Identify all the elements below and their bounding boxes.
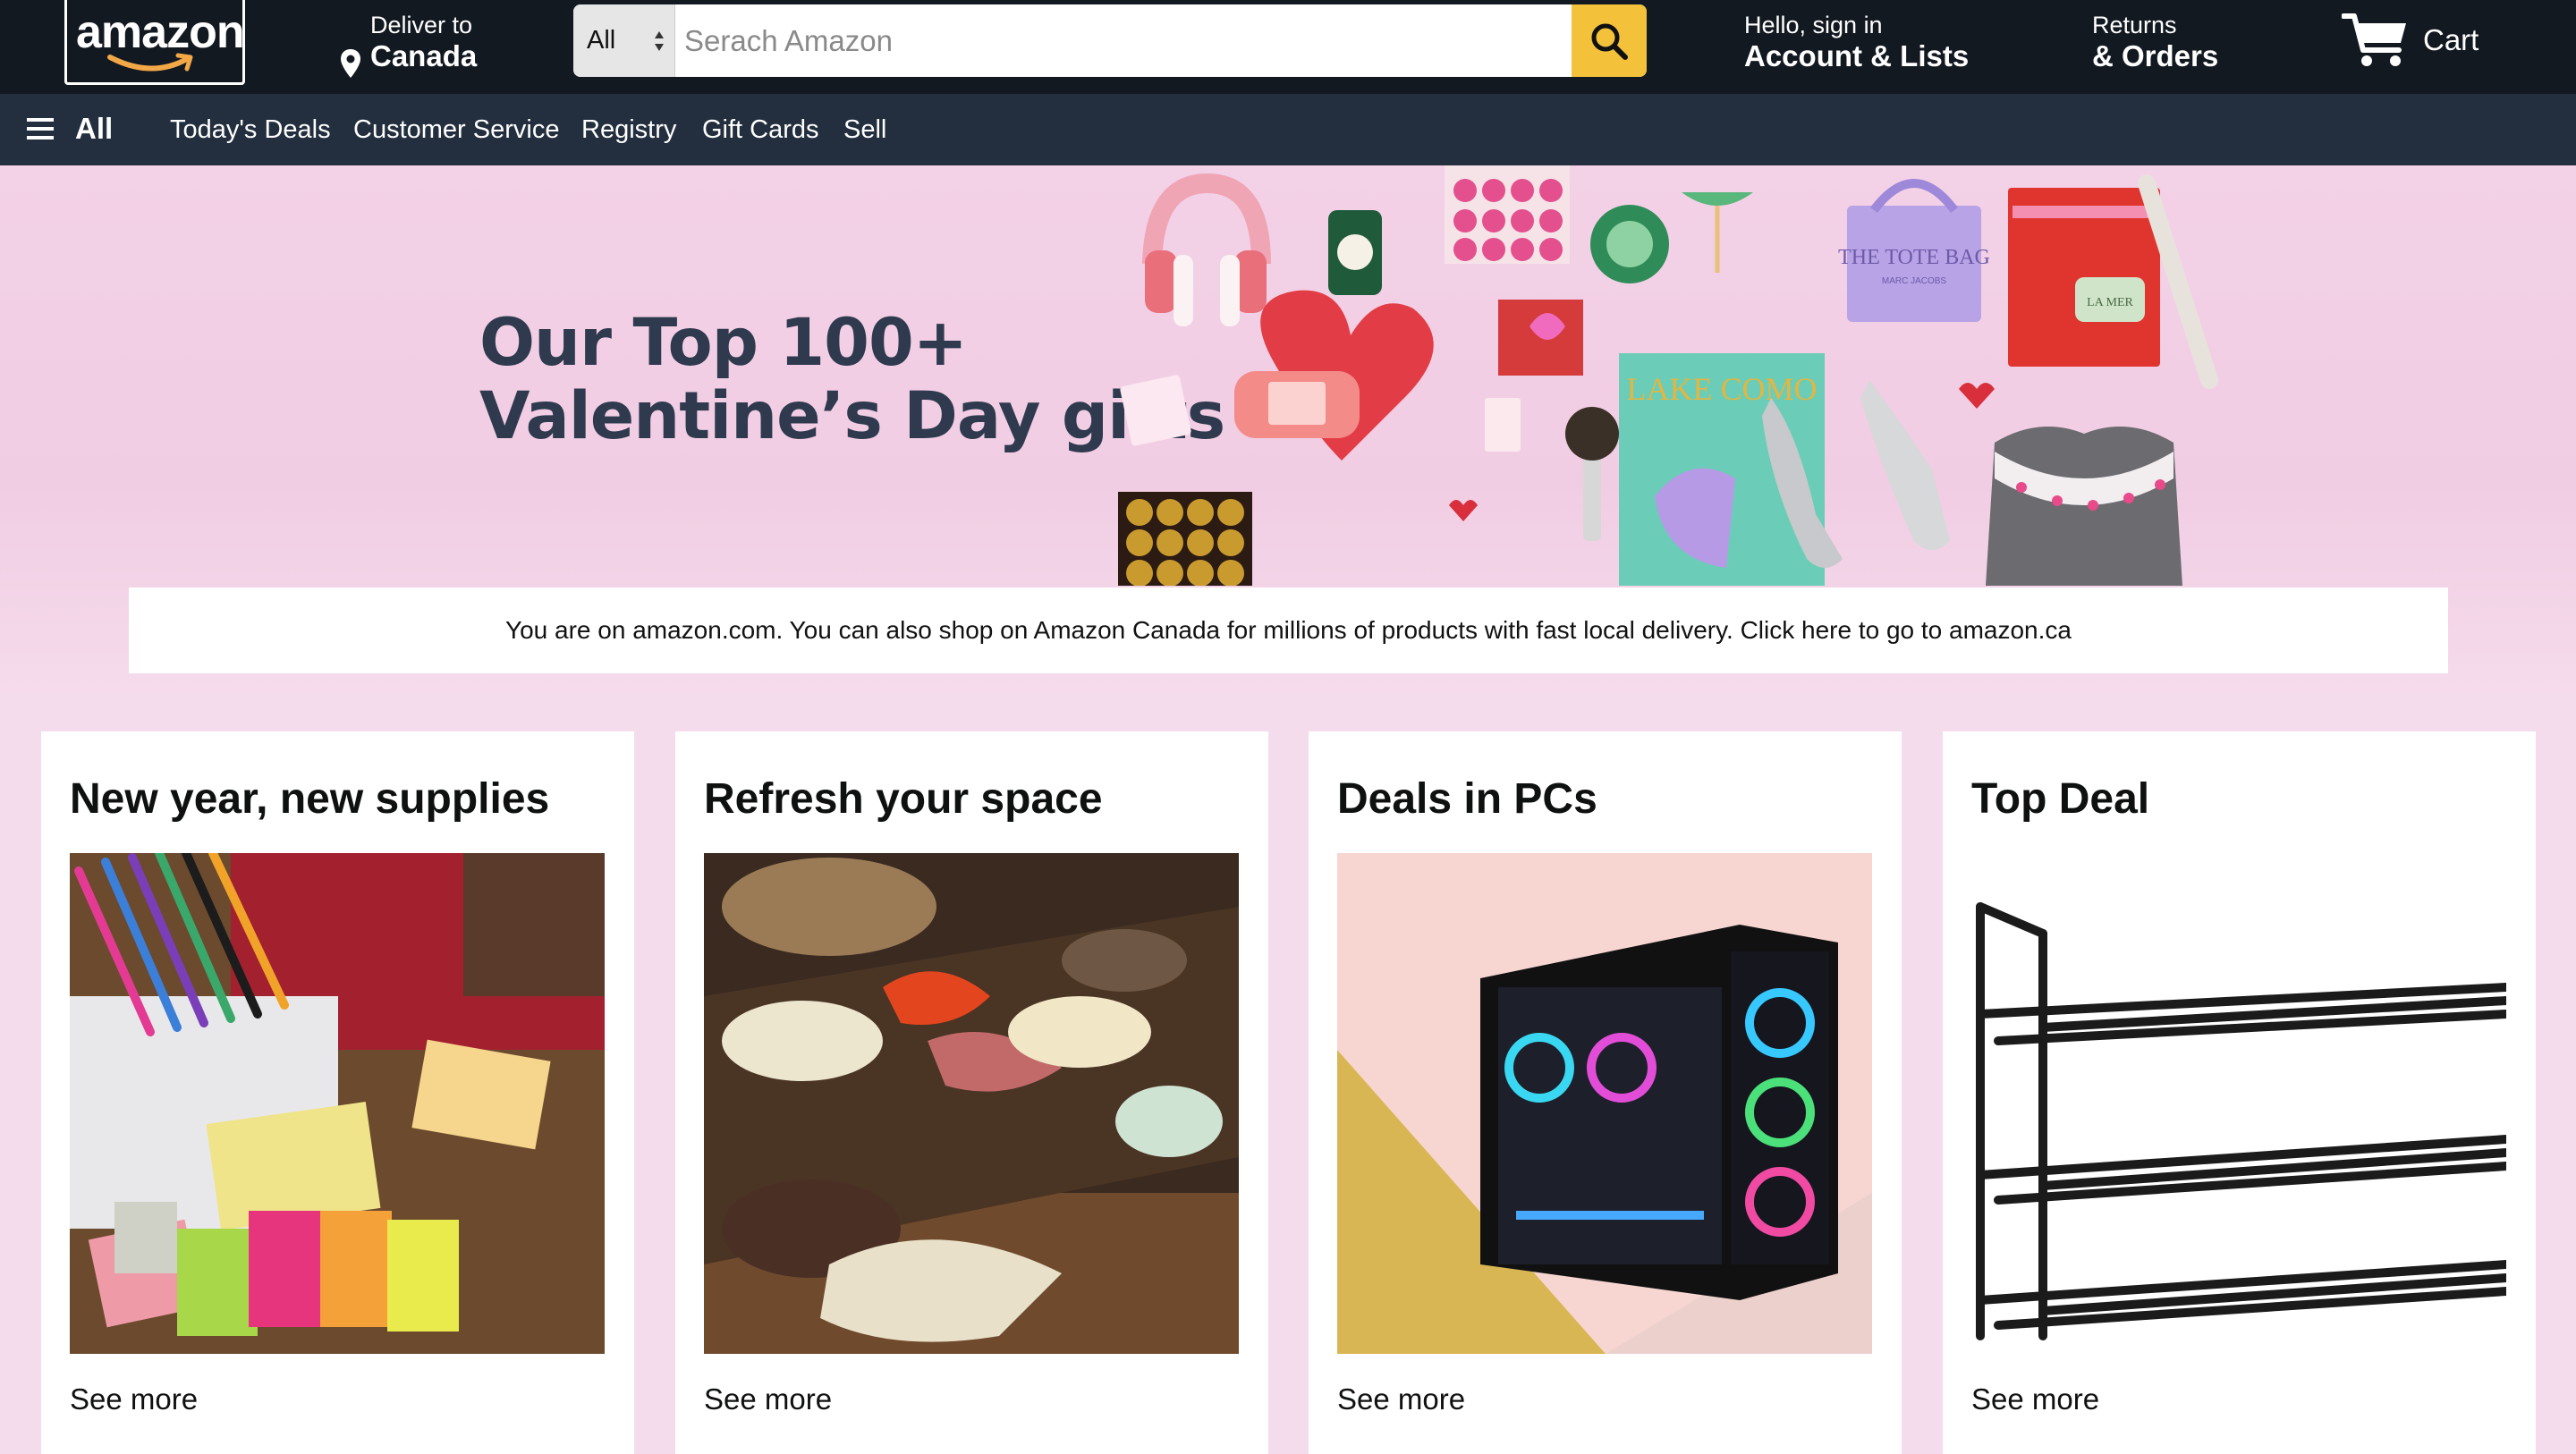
card-title[interactable]: Refresh your space: [704, 774, 1103, 824]
top-navbar: amazon Deliver to Canada All Serach Amaz…: [0, 0, 2576, 94]
account-lists-menu[interactable]: Hello, sign in Account & Lists: [1744, 11, 1969, 73]
orders-label: & Orders: [2092, 39, 2219, 72]
nav-link-gift-cards[interactable]: Gift Cards: [702, 115, 819, 145]
region-notice-banner[interactable]: You are on amazon.com. You can also shop…: [129, 588, 2448, 673]
region-notice-text[interactable]: You are on amazon.com. You can also shop…: [129, 616, 2448, 645]
see-more-link[interactable]: See more: [70, 1382, 198, 1416]
see-more-link[interactable]: See more: [1971, 1382, 2099, 1416]
hero-banner[interactable]: Our Top 100+ Valentine’s Day gifts THE T…: [0, 165, 2576, 702]
tote-brand-text: MARC JACOBS: [1882, 276, 1947, 286]
sign-in-greeting: Hello, sign in: [1744, 12, 1883, 38]
search-input[interactable]: [675, 4, 1571, 77]
nav-link-todays-deals[interactable]: Today's Deals: [170, 115, 331, 145]
promo-card-top-deal[interactable]: Top Deal See more: [1943, 731, 2536, 1454]
card-title[interactable]: Deals in PCs: [1337, 774, 1597, 824]
amazon-logo[interactable]: amazon: [64, 0, 245, 85]
search-button[interactable]: [1572, 4, 1647, 77]
all-menu-button[interactable]: All: [75, 112, 113, 146]
sort-arrows-icon: [655, 31, 664, 51]
location-pin-icon: [341, 49, 360, 78]
account-lists-label: Account & Lists: [1744, 39, 1970, 72]
hamburger-menu-icon[interactable]: [27, 117, 54, 140]
returns-label: Returns: [2092, 12, 2177, 38]
shoe-rack-image[interactable]: [1971, 853, 2506, 1354]
shopping-cart-icon: [2342, 13, 2406, 66]
card-title[interactable]: New year, new supplies: [70, 774, 549, 824]
nav-link-sell[interactable]: Sell: [843, 115, 886, 145]
nav-link-customer-service[interactable]: Customer Service: [353, 115, 559, 145]
cart-button[interactable]: Cart: [2342, 7, 2485, 77]
secondary-navbar: All Today's Deals Customer Service Regis…: [0, 94, 2576, 165]
tote-bag-text: THE TOTE BAG: [1838, 246, 1990, 269]
search-bar: All: [573, 4, 1647, 77]
gaming-pc-image[interactable]: [1337, 853, 1872, 1354]
promo-card-refresh-space[interactable]: Refresh your space See more: [675, 731, 1268, 1454]
returns-orders-link[interactable]: Returns & Orders: [2092, 11, 2218, 73]
book-title-text: LAKE COMO: [1627, 371, 1818, 407]
deliver-to-location[interactable]: Deliver to Canada: [338, 11, 478, 78]
see-more-link[interactable]: See more: [704, 1382, 832, 1416]
card-title[interactable]: Top Deal: [1971, 774, 2149, 824]
deliver-label: Deliver to: [370, 12, 473, 38]
deliver-country: Canada: [370, 39, 478, 72]
logo-smile-icon: [107, 53, 193, 72]
search-category-label: All: [587, 26, 616, 55]
valentines-gifts-collage-image: THE TOTE BAG MARC JACOBS LA MER LAKE COM…: [1118, 165, 2218, 586]
office-supplies-image[interactable]: [70, 853, 605, 1354]
charcuterie-board-image[interactable]: [704, 853, 1239, 1354]
promo-card-pc-deals[interactable]: Deals in PCs See more: [1309, 731, 1902, 1454]
search-icon: [1591, 23, 1628, 60]
promo-card-supplies[interactable]: New year, new supplies See more: [41, 731, 634, 1454]
logo-text: amazon: [76, 6, 245, 58]
search-category-select[interactable]: All: [573, 4, 675, 77]
nav-link-registry[interactable]: Registry: [581, 115, 676, 145]
cream-text: LA MER: [2087, 296, 2133, 309]
cart-label: Cart: [2423, 23, 2479, 56]
see-more-link[interactable]: See more: [1337, 1382, 1465, 1416]
